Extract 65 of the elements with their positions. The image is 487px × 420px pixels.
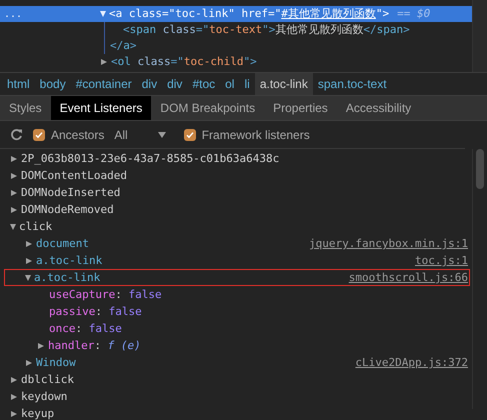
refresh-icon[interactable] (10, 128, 23, 141)
tab[interactable]: DOM Breakpoints (151, 96, 264, 120)
expand-triangle-icon[interactable] (26, 360, 32, 366)
source-link[interactable]: smoothscroll.js:66 (348, 271, 468, 284)
event-name[interactable]: keyup (21, 407, 54, 420)
property-line: useCapture: false (49, 288, 162, 301)
event-name[interactable]: dblclick (21, 373, 74, 386)
markup-line: <span class="toc-text">其他常见散列函数</span> (123, 22, 410, 38)
breadcrumb-item[interactable]: #container (70, 73, 137, 95)
property-line: handler: f (e) (48, 339, 141, 352)
selected-row[interactable]: ... <a class="toc-link" href="#其他常见散列函数"> == $0 (0, 6, 472, 22)
expand-triangle-icon[interactable] (11, 206, 17, 212)
caret-icon (158, 132, 166, 138)
listener-target[interactable]: Window (36, 356, 76, 369)
dollar-zero-text: == $0 (397, 6, 430, 22)
breadcrumb-item[interactable]: #toc (187, 73, 220, 95)
expand-triangle-icon[interactable] (38, 342, 44, 348)
source-link[interactable]: jquery.fancybox.min.js:1 (309, 237, 468, 250)
scrollbar[interactable] (472, 0, 487, 72)
breadcrumb-item[interactable]: html (2, 73, 35, 95)
tab[interactable]: Styles (0, 96, 51, 120)
markup-line: </a> (110, 38, 136, 54)
listener-target[interactable]: a.toc-link (34, 271, 100, 284)
checkbox[interactable] (184, 128, 196, 140)
event-name[interactable]: click (19, 220, 52, 233)
breadcrumb-item[interactable]: li (239, 73, 255, 95)
checkbox-label: Ancestors (51, 128, 104, 142)
listener-target[interactable]: a.toc-link (36, 254, 102, 267)
breadcrumb-item[interactable]: a.toc-link (254, 73, 313, 95)
checkbox-label: Framework listeners (202, 128, 310, 142)
tab[interactable]: Event Listeners (50, 96, 152, 120)
ellipsis-text[interactable]: ... (4, 8, 22, 20)
event-name[interactable]: 2P_063b8013-23e6-43a7-8585-c01b63a6438c (21, 152, 280, 165)
breadcrumb-item[interactable]: div (136, 73, 162, 95)
event-name[interactable]: keydown (21, 390, 68, 403)
markup-line: <a class="toc-link" href="#其他常见散列函数"> (109, 6, 390, 22)
expand-triangle-icon[interactable] (26, 258, 32, 264)
checkbox[interactable] (33, 128, 45, 140)
collapse-triangle-icon[interactable] (25, 274, 31, 280)
breadcrumb-item[interactable]: div (162, 73, 188, 95)
expand-triangle-icon[interactable] (11, 172, 17, 178)
breadcrumb-item[interactable]: span.toc-text (312, 73, 392, 95)
expand-triangle-icon[interactable] (11, 376, 17, 382)
property-line: passive: false (49, 305, 142, 318)
filter-dropdown[interactable]: All (114, 128, 166, 142)
breadcrumb-item[interactable]: ol (220, 73, 240, 95)
listener-target[interactable]: document (36, 237, 89, 250)
expand-triangle-icon[interactable] (101, 59, 107, 65)
collapse-triangle-icon[interactable] (10, 224, 16, 230)
markup-line: <ol class="toc-child"> (111, 54, 257, 70)
event-name[interactable]: DOMNodeInserted (21, 186, 120, 199)
event-name[interactable]: DOMContentLoaded (21, 169, 127, 182)
source-link[interactable]: cLive2DApp.js:372 (355, 356, 468, 369)
expand-triangle-icon[interactable] (11, 410, 17, 416)
expand-triangle-icon[interactable] (11, 190, 17, 196)
tab[interactable]: Accessibility (336, 96, 420, 120)
breadcrumb-item[interactable]: body (34, 73, 71, 95)
expand-triangle-icon[interactable] (11, 156, 17, 162)
source-link[interactable]: toc.js:1 (415, 254, 468, 267)
scrollbar[interactable] (472, 149, 487, 409)
expand-triangle-icon[interactable] (11, 394, 17, 400)
property-line: once: false (49, 322, 122, 335)
expand-triangle-icon[interactable] (26, 240, 32, 246)
tab[interactable]: Properties (264, 96, 337, 120)
event-name[interactable]: DOMNodeRemoved (21, 203, 114, 216)
